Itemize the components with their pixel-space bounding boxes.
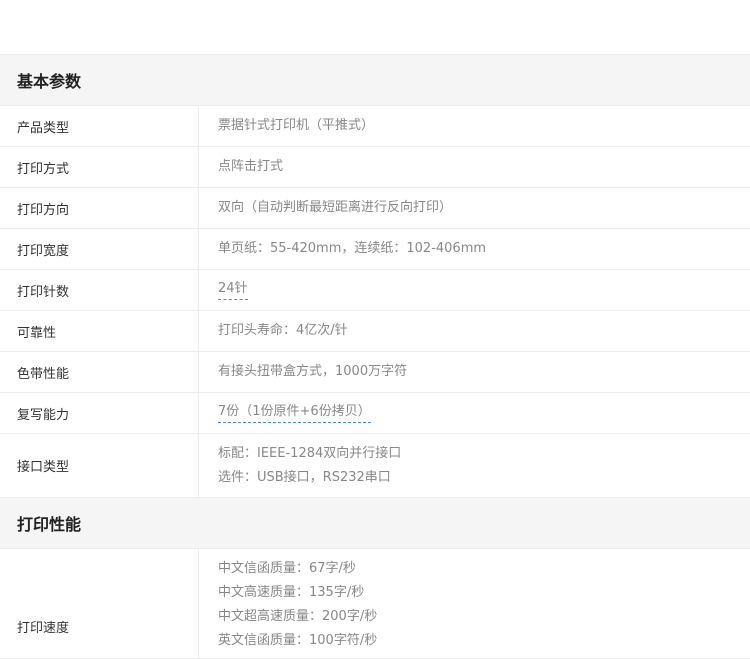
spec-value-line: 中文高速质量：135字/秒 [218,585,365,600]
spec-value-line: 双向（自动判断最短距离进行反向打印） [218,200,453,215]
spec-value-line: 标配：IEEE-1284双向并行接口 [218,445,402,461]
spec-value: 有接头扭带盒方式，1000万字符 [199,352,750,392]
spec-label: 打印速度 [0,549,199,658]
spec-value-link[interactable]: 7份（1份原件+6份拷贝） [218,403,371,423]
spec-row: 打印方式 点阵击打式 [0,147,750,188]
spec-value: 双向（自动判断最短距离进行反向打印） [199,188,750,228]
spec-label: 产品类型 [0,106,199,146]
spec-value-link[interactable]: 24针 [218,280,248,300]
spec-value: 标配：IEEE-1284双向并行接口 选件：USB接口，RS232串口 [199,434,750,497]
spec-table: 基本参数 产品类型 票据针式打印机（平推式） 打印方式 点阵击打式 打印方向 双… [0,55,750,659]
spec-value-line: 点阵击打式 [218,159,284,174]
spec-value: 7份（1份原件+6份拷贝） [199,393,750,433]
spec-value-line: 中文超高速质量：200字/秒 [218,609,378,624]
spec-row: 打印速度 中文信函质量：67字/秒 中文高速质量：135字/秒 中文超高速质量：… [0,549,750,659]
spec-label: 打印方向 [0,188,199,228]
spec-row: 产品类型 票据针式打印机（平推式） [0,106,750,147]
section-header-print-performance: 打印性能 [0,498,750,549]
spec-value: 点阵击打式 [199,147,750,187]
section-header-basic-params: 基本参数 [0,55,750,106]
spec-label: 色带性能 [0,352,199,392]
spec-value: 24针 [199,270,750,310]
spec-value-line: 选件：USB接口，RS232串口 [218,469,391,485]
spec-value-line: 中文信函质量：67字/秒 [218,561,356,576]
spec-value: 打印头寿命：4亿次/针 [199,311,750,351]
spec-label: 接口类型 [0,434,199,497]
spec-value-line: 有接头扭带盒方式，1000万字符 [218,364,408,379]
spec-row: 可靠性 打印头寿命：4亿次/针 [0,311,750,352]
spec-value: 票据针式打印机（平推式） [199,106,750,146]
spec-label: 打印方式 [0,147,199,187]
spec-value: 中文信函质量：67字/秒 中文高速质量：135字/秒 中文超高速质量：200字/… [199,549,750,658]
spec-value-line: 单页纸：55-420mm，连续纸：102-406mm [218,241,487,256]
spec-row: 色带性能 有接头扭带盒方式，1000万字符 [0,352,750,393]
spec-label: 打印针数 [0,270,199,310]
spec-label: 复写能力 [0,393,199,433]
spec-value: 单页纸：55-420mm，连续纸：102-406mm [199,229,750,269]
top-banner [0,0,750,54]
spec-row: 打印针数 24针 [0,270,750,311]
spec-value-line: 打印头寿命：4亿次/针 [218,323,348,338]
spec-row: 打印方向 双向（自动判断最短距离进行反向打印） [0,188,750,229]
spec-row: 打印宽度 单页纸：55-420mm，连续纸：102-406mm [0,229,750,270]
spec-label: 打印宽度 [0,229,199,269]
spec-value-line: 票据针式打印机（平推式） [218,118,375,133]
spec-row: 复写能力 7份（1份原件+6份拷贝） [0,393,750,434]
spec-value-line: 英文信函质量：100字符/秒 [218,633,378,648]
spec-label: 可靠性 [0,311,199,351]
spec-row: 接口类型 标配：IEEE-1284双向并行接口 选件：USB接口，RS232串口 [0,434,750,498]
